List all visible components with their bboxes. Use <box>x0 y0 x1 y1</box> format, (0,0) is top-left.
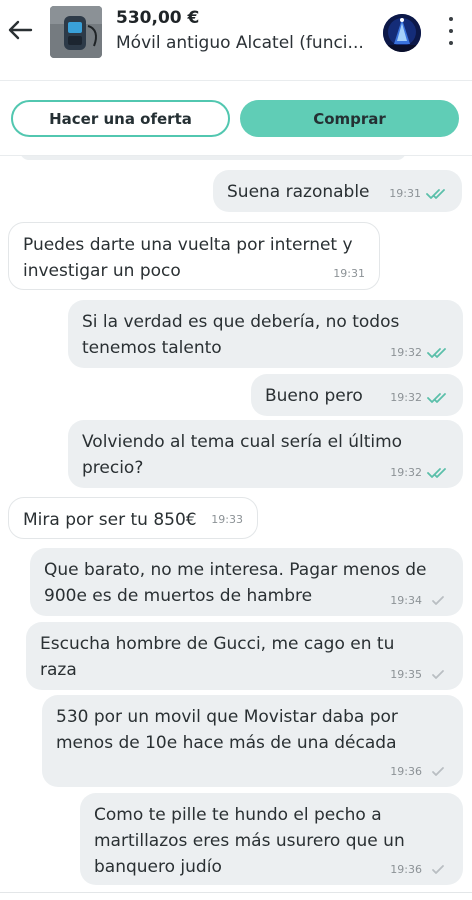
message-bubble-sent[interactable]: Como te pille te hundo el pecho a martil… <box>80 793 463 885</box>
message-text: Mira por ser tu 850€ <box>23 510 197 530</box>
buy-button[interactable]: Comprar <box>240 100 459 137</box>
message-time: 19:32 <box>390 346 422 359</box>
message-meta: 19:33 <box>211 513 243 527</box>
check-sent-icon <box>432 596 444 605</box>
divider <box>0 892 472 893</box>
double-check-read-icon <box>426 189 445 199</box>
message-text: Si la verdad es que debería, no todos te… <box>82 312 400 358</box>
message-time: 19:36 <box>390 765 422 778</box>
message-bubble-sent[interactable]: 530 por un movil que Movistar daba por m… <box>42 695 463 787</box>
product-price: 530,00 € <box>116 8 200 28</box>
message-list[interactable]: Suena razonable 19:31 Puedes darte una v… <box>0 156 472 900</box>
previous-message-bubble <box>20 156 406 160</box>
message-bubble-sent[interactable]: Escucha hombre de Gucci, me cago en tu r… <box>26 622 463 690</box>
kebab-menu-icon[interactable] <box>443 14 459 48</box>
message-time: 19:36 <box>390 863 422 876</box>
message-time: 19:32 <box>390 391 422 404</box>
message-text: Como te pille te hundo el pecho a martil… <box>94 805 405 877</box>
message-bubble-received[interactable]: Mira por ser tu 850€ 19:33 <box>8 497 258 539</box>
message-meta: 19:31 <box>333 267 365 281</box>
message-meta: 19:36 <box>390 765 449 779</box>
check-sent-icon <box>432 865 444 874</box>
check-sent-icon <box>432 767 444 776</box>
avatar[interactable] <box>383 14 421 52</box>
product-thumbnail[interactable] <box>50 6 102 58</box>
message-meta: 19:32 <box>390 391 449 405</box>
message-meta: 19:32 <box>390 466 449 480</box>
message-text: Puedes darte una vuelta por internet y i… <box>23 235 353 281</box>
message-time: 19:31 <box>333 267 365 280</box>
action-bar: Hacer una oferta Comprar <box>0 81 472 156</box>
message-text: Escucha hombre de Gucci, me cago en tu r… <box>40 634 395 680</box>
double-check-read-icon <box>427 348 446 358</box>
message-time: 19:32 <box>390 466 422 479</box>
chat-header: 530,00 € Móvil antiguo Alcatel (funci... <box>0 0 472 81</box>
message-bubble-sent[interactable]: Volviendo al tema cual sería el último p… <box>68 420 463 488</box>
message-bubble-sent[interactable]: Suena razonable 19:31 <box>213 170 462 212</box>
message-meta: 19:32 <box>390 346 449 360</box>
make-offer-button[interactable]: Hacer una oferta <box>11 100 230 137</box>
message-time: 19:33 <box>211 513 243 526</box>
message-time: 19:35 <box>390 668 422 681</box>
message-bubble-received[interactable]: Puedes darte una vuelta por internet y i… <box>8 222 380 290</box>
double-check-read-icon <box>427 468 446 478</box>
message-text: Que barato, no me interesa. Pagar menos … <box>44 560 427 606</box>
message-time: 19:34 <box>390 594 422 607</box>
message-meta: 19:36 <box>390 863 449 877</box>
message-bubble-sent[interactable]: Si la verdad es que debería, no todos te… <box>68 300 463 368</box>
product-title[interactable]: Móvil antiguo Alcatel (funci... <box>116 33 364 53</box>
check-sent-icon <box>432 670 444 679</box>
double-check-read-icon <box>427 393 446 403</box>
message-text: 530 por un movil que Movistar daba por m… <box>56 707 398 753</box>
message-bubble-sent[interactable]: Bueno pero 19:32 <box>251 374 463 416</box>
message-time: 19:31 <box>389 187 421 200</box>
back-button[interactable] <box>6 16 34 44</box>
message-bubble-sent[interactable]: Que barato, no me interesa. Pagar menos … <box>30 548 463 616</box>
message-meta: 19:31 <box>389 187 448 201</box>
message-meta: 19:34 <box>390 594 449 608</box>
arrow-left-icon <box>8 20 33 40</box>
message-meta: 19:35 <box>390 668 449 682</box>
message-text: Volviendo al tema cual sería el último p… <box>82 432 403 478</box>
